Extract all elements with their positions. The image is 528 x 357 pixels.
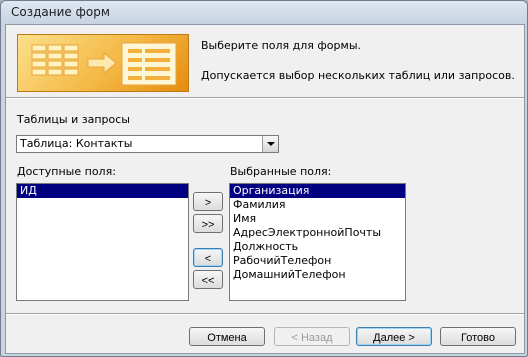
- wizard-header: Выберите поля для формы. Допускается выб…: [6, 25, 524, 96]
- available-fields-list[interactable]: ИД: [16, 183, 189, 301]
- combobox-dropdown-button[interactable]: [262, 136, 278, 152]
- title-bar[interactable]: Создание форм: [1, 1, 527, 23]
- selected-field-item[interactable]: ДомашнийТелефон: [230, 268, 405, 282]
- header-divider: [6, 97, 524, 99]
- tables-queries-value: Таблица: Контакты: [20, 137, 133, 150]
- chevron-down-icon: [267, 142, 275, 146]
- tables-queries-combobox[interactable]: Таблица: Контакты: [16, 135, 279, 153]
- selected-fields-label: Выбранные поля:: [230, 165, 332, 178]
- form-wizard-window: Создание форм Выберите поля для формы. Д…: [0, 0, 528, 357]
- selected-field-item[interactable]: Должность: [230, 240, 405, 254]
- selected-field-item[interactable]: Организация: [230, 184, 405, 198]
- add-field-button[interactable]: >: [193, 192, 223, 211]
- wizard-client-area: Выберите поля для формы. Допускается выб…: [5, 24, 525, 354]
- available-field-item[interactable]: ИД: [17, 184, 188, 198]
- selected-field-item[interactable]: Фамилия: [230, 198, 405, 212]
- instruction-text: Выберите поля для формы.: [201, 39, 361, 52]
- remove-field-button[interactable]: <: [193, 248, 223, 267]
- selected-field-item[interactable]: АдресЭлектроннойПочты: [230, 226, 405, 240]
- table-to-form-icon: [31, 42, 177, 86]
- selected-field-item[interactable]: РабочийТелефон: [230, 254, 405, 268]
- available-fields-label: Доступные поля:: [17, 165, 116, 178]
- form-wizard-illustration: [17, 34, 189, 92]
- hint-text: Допускается выбор нескольких таблиц или …: [201, 69, 515, 82]
- add-all-fields-button[interactable]: >>: [193, 214, 223, 233]
- next-button[interactable]: Далее >: [356, 327, 432, 346]
- finish-button[interactable]: Готово: [440, 327, 516, 346]
- cancel-button[interactable]: Отмена: [189, 327, 265, 346]
- footer-divider: [6, 313, 524, 315]
- remove-all-fields-button[interactable]: <<: [193, 270, 223, 289]
- tables-queries-label: Таблицы и запросы: [17, 113, 130, 126]
- selected-field-item[interactable]: Имя: [230, 212, 405, 226]
- back-button[interactable]: < Назад: [274, 327, 350, 346]
- selected-fields-list[interactable]: Организация Фамилия Имя АдресЭлектронной…: [229, 183, 406, 301]
- window-title: Создание форм: [11, 5, 110, 19]
